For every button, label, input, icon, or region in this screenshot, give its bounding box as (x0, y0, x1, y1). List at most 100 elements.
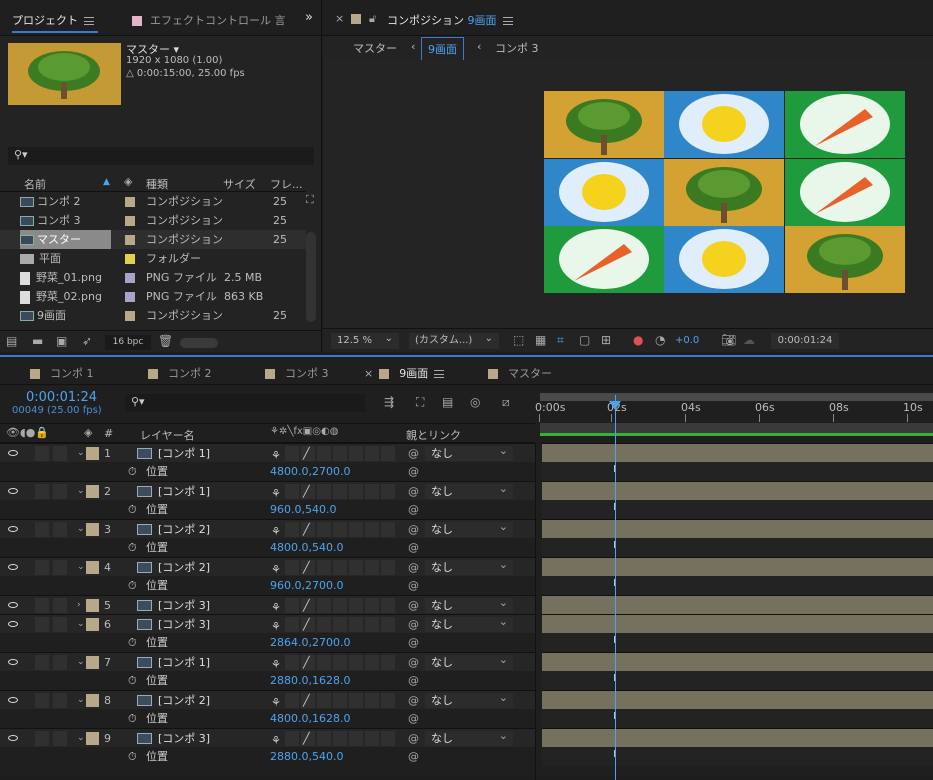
parent-select[interactable]: なし (425, 652, 513, 670)
layer-switch[interactable] (365, 522, 379, 537)
layer-switch[interactable] (317, 484, 331, 499)
position-value[interactable]: 4800.0,1628.0 (270, 709, 350, 728)
comp-timecode[interactable]: 0:00:01:24 (771, 333, 839, 349)
layer-switch[interactable] (365, 731, 379, 746)
label-color-icon[interactable] (125, 216, 135, 226)
expand-arrow-icon[interactable]: › (24, 249, 28, 268)
pickwhip-icon[interactable]: @ (408, 653, 419, 672)
layer-switch[interactable] (365, 693, 379, 708)
bpc-button[interactable]: 16 bpc (105, 335, 151, 350)
layer-switch[interactable] (317, 560, 331, 575)
layer-switch[interactable]: ╱ (301, 731, 315, 746)
layer-row[interactable]: ⌄ 8 [コンポ 2] ⚘ ╱ @ なし (0, 690, 535, 709)
layer-switch[interactable] (333, 655, 347, 670)
stopwatch-icon[interactable]: ⏱︎ (128, 633, 137, 652)
layer-switch[interactable] (53, 731, 67, 746)
tab-composition[interactable]: コンポジション 9画面 (387, 12, 513, 28)
project-item[interactable]: コンポ 2 コンポジション 25 (0, 192, 306, 211)
layer-row[interactable]: ⌄ 3 [コンポ 2] ⚘ ╱ @ なし (0, 519, 535, 538)
header-frame[interactable]: フレ... (270, 176, 303, 192)
position-value[interactable]: 960.0,2700.0 (270, 576, 343, 595)
pickwhip-icon[interactable]: @ (408, 729, 419, 748)
position-value[interactable]: 4800.0,540.0 (270, 538, 343, 557)
chevron-down-icon[interactable]: ⌄ (77, 729, 85, 748)
parent-select[interactable]: なし (425, 443, 513, 461)
project-item[interactable]: 9画面 コンポジション 25 (0, 306, 306, 325)
layer-switch[interactable]: ⚘ (271, 484, 299, 500)
layer-switch[interactable] (333, 522, 347, 537)
label-color-icon[interactable] (125, 235, 135, 245)
layer-duration-bar[interactable] (542, 728, 933, 747)
label-color-icon[interactable] (125, 254, 135, 264)
layer-switch[interactable] (365, 617, 379, 632)
layer-duration-bar[interactable] (542, 443, 933, 462)
layer-switch[interactable]: ╱ (301, 693, 315, 708)
layer-switch[interactable] (317, 598, 331, 613)
guides-icon[interactable]: ▢ (579, 333, 590, 347)
layer-switch[interactable] (333, 598, 347, 613)
layer-name[interactable]: [コンポ 2] (158, 691, 210, 710)
layer-switch[interactable]: ⚘ (271, 617, 299, 633)
timeline-divider[interactable] (535, 443, 536, 780)
layer-duration-bar[interactable] (542, 519, 933, 538)
layer-name-header[interactable]: レイヤー名 (140, 427, 195, 443)
project-item[interactable]: › 平面 フォルダー (0, 249, 306, 268)
stopwatch-icon[interactable]: ⏱︎ (128, 538, 137, 557)
panel-menu-icon[interactable] (502, 17, 513, 25)
layer-switch[interactable] (53, 446, 67, 461)
position-value[interactable]: 960.0,540.0 (270, 500, 336, 519)
trash-icon[interactable]: 🗑 (158, 334, 173, 348)
layer-switch[interactable] (35, 617, 49, 632)
stopwatch-icon[interactable]: ⏱︎ (128, 462, 137, 481)
parent-select[interactable]: なし (425, 728, 513, 746)
color-management-icon[interactable]: ◔ (655, 333, 665, 347)
flowchart-icon[interactable]: ⛶ (306, 193, 314, 207)
crumb-master[interactable]: マスター (353, 40, 397, 56)
pickwhip-icon[interactable]: @ (408, 615, 419, 634)
transparency-grid-icon[interactable]: ▦ (535, 333, 546, 347)
chevron-down-icon[interactable]: ⌄ (77, 482, 85, 501)
label-color-icon[interactable] (86, 485, 99, 498)
frame-blending-icon[interactable]: ▤ (442, 395, 453, 409)
layer-switch[interactable] (35, 484, 49, 499)
timeline-tab[interactable]: コンポ 3 (265, 365, 329, 381)
playhead-line[interactable] (615, 395, 616, 780)
layer-switch[interactable] (381, 560, 395, 575)
layer-switch[interactable] (53, 693, 67, 708)
tab-effect-controls[interactable]: エフェクトコントロール 言 (132, 12, 286, 28)
overflow-chevron-icon[interactable]: » (305, 10, 313, 25)
header-size[interactable]: サイズ (223, 176, 256, 192)
layer-switch[interactable]: ╱ (301, 560, 315, 575)
layer-switch[interactable] (35, 446, 49, 461)
layer-switch[interactable]: ╱ (301, 598, 315, 613)
chevron-down-icon[interactable]: ⌄ (77, 691, 85, 710)
pickwhip-icon[interactable]: @ (408, 596, 419, 615)
layer-switch[interactable] (333, 731, 347, 746)
header-name[interactable]: 名前 (24, 176, 46, 192)
chevron-down-icon[interactable]: ⌄ (77, 520, 85, 539)
render-queue-icon[interactable]: ➶ (82, 334, 92, 348)
layer-name[interactable]: [コンポ 1] (158, 444, 210, 463)
label-color-icon[interactable] (125, 273, 135, 283)
av-switch-icons[interactable]: 👁◖●🔒 (6, 426, 49, 439)
project-item[interactable]: 野菜_01.png PNG ファイル 2.5 MB (0, 268, 306, 287)
layer-duration-bar[interactable] (542, 614, 933, 633)
pickwhip-icon[interactable]: @ (408, 482, 419, 501)
layer-switch[interactable] (53, 560, 67, 575)
draft-3d-icon[interactable]: ⇶ (384, 395, 394, 409)
layer-switch[interactable] (53, 655, 67, 670)
label-tag-icon[interactable]: ◈ (84, 426, 92, 439)
pickwhip-icon[interactable]: @ (408, 444, 419, 463)
project-item[interactable]: 野菜_02.png PNG ファイル 863 KB (0, 287, 306, 306)
layer-switch[interactable] (349, 522, 363, 537)
crumb-current[interactable]: 9画面 (421, 37, 464, 61)
stopwatch-icon[interactable]: ⏱︎ (128, 671, 137, 690)
layer-duration-bar[interactable] (542, 481, 933, 500)
layer-switch[interactable]: ⚘ (271, 693, 299, 709)
work-area-bar[interactable] (540, 393, 933, 401)
expression-pickwhip-icon[interactable]: @ (408, 709, 419, 728)
layer-switch[interactable] (381, 522, 395, 537)
layer-row[interactable]: ⌄ 2 [コンポ 1] ⚘ ╱ @ なし (0, 481, 535, 500)
timeline-tab[interactable]: コンポ 1 (30, 365, 94, 381)
layer-row[interactable]: › 5 [コンポ 3] ⚘ ╱ @ なし (0, 595, 535, 614)
